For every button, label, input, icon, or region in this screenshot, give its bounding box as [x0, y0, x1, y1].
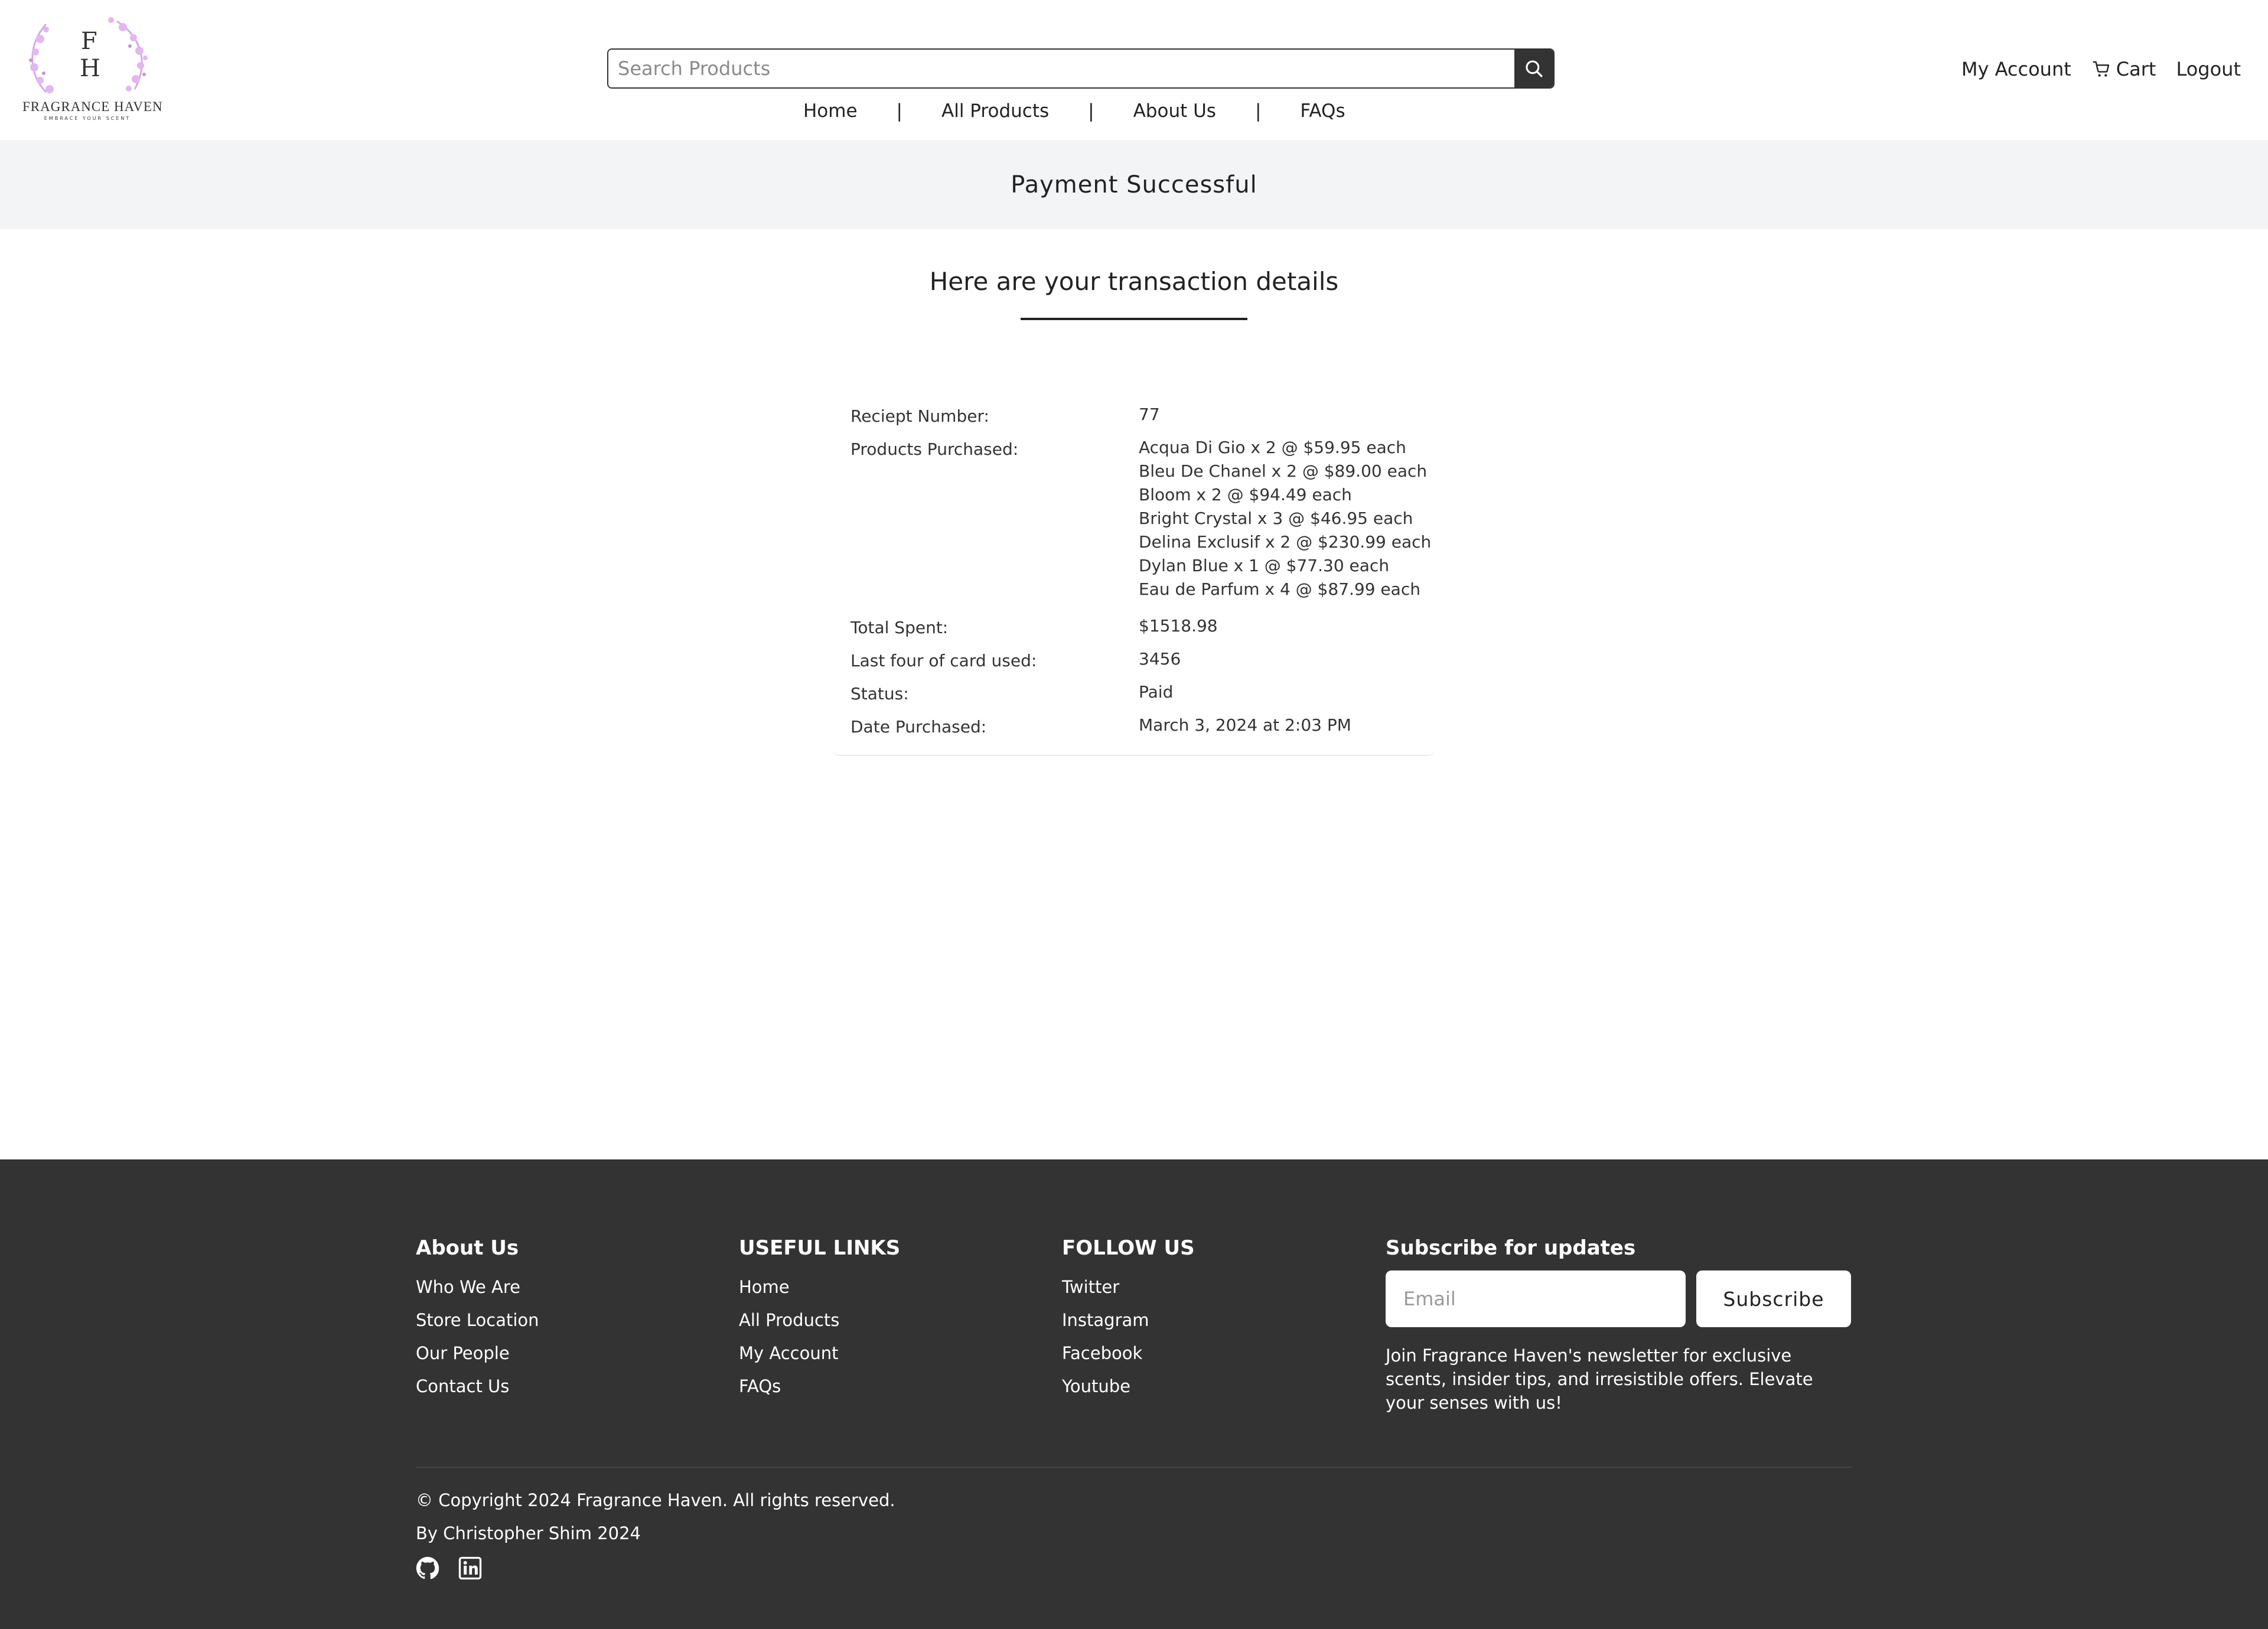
- search-input[interactable]: [608, 50, 1514, 87]
- site-footer: About Us Who We Are Store Location Our P…: [0, 1159, 2268, 1629]
- copyright-text: © Copyright 2024 Fragrance Haven. All ri…: [416, 1490, 895, 1510]
- subscribe-button[interactable]: Subscribe: [1696, 1270, 1851, 1327]
- cart-link[interactable]: Cart: [2091, 58, 2156, 80]
- account-links: My Account Cart Logout: [1961, 58, 2241, 80]
- subscribe-form: Subscribe: [1386, 1270, 1852, 1327]
- nav-separator: |: [896, 100, 902, 122]
- card-value: 3456: [1139, 649, 1181, 669]
- my-account-link[interactable]: My Account: [1961, 58, 2071, 80]
- footer-link-store-location[interactable]: Store Location: [416, 1304, 539, 1337]
- linkedin-icon[interactable]: [458, 1556, 482, 1580]
- receipt-value: 77: [1139, 405, 1160, 424]
- author-byline: By Christopher Shim 2024: [416, 1523, 641, 1543]
- card-label: Last four of card used:: [850, 651, 1037, 670]
- footer-link-contact-us[interactable]: Contact Us: [416, 1370, 539, 1403]
- footer-link-who-we-are[interactable]: Who We Are: [416, 1270, 539, 1304]
- nav-separator: |: [1088, 100, 1094, 122]
- footer-link-faqs[interactable]: FAQs: [739, 1370, 900, 1403]
- transaction-details-card: Reciept Number: 77 Products Purchased: A…: [833, 390, 1435, 756]
- logo-tagline: EMBRACE YOUR SCENT: [44, 116, 131, 121]
- footer-follow-column: FOLLOW US Twitter Instagram Facebook You…: [1062, 1236, 1195, 1403]
- receipt-label: Reciept Number:: [850, 406, 989, 426]
- search-icon: [1526, 60, 1543, 77]
- logo-letter-h: H: [80, 55, 100, 82]
- heading-underline: [1021, 318, 1247, 320]
- footer-about-heading: About Us: [416, 1236, 519, 1260]
- product-line: Bright Crystal x 3 @ $46.95 each: [1139, 509, 1413, 528]
- footer-link-instagram[interactable]: Instagram: [1062, 1304, 1195, 1337]
- nav-separator: |: [1254, 100, 1262, 122]
- nav-home[interactable]: Home: [803, 100, 858, 122]
- footer-follow-heading: FOLLOW US: [1062, 1236, 1195, 1260]
- nav-faqs[interactable]: FAQs: [1300, 100, 1345, 122]
- footer-link-our-people[interactable]: Our People: [416, 1337, 539, 1370]
- social-links: [416, 1556, 501, 1580]
- nav-all-products[interactable]: All Products: [941, 100, 1049, 122]
- logo-letter-f: F: [81, 28, 97, 55]
- products-label: Products Purchased:: [850, 439, 1019, 459]
- cart-icon: [2093, 61, 2109, 77]
- product-line: Dylan Blue x 1 @ $77.30 each: [1139, 556, 1390, 575]
- footer-about-column: About Us Who We Are Store Location Our P…: [416, 1236, 539, 1403]
- product-line: Acqua Di Gio x 2 @ $59.95 each: [1139, 438, 1406, 457]
- footer-useful-heading: USEFUL LINKS: [739, 1236, 901, 1260]
- footer-subscribe-column: Subscribe for updates Subscribe Join Fra…: [1386, 1236, 1852, 1415]
- footer-link-all-products[interactable]: All Products: [739, 1304, 900, 1337]
- search-button[interactable]: [1514, 50, 1553, 87]
- footer-divider: [416, 1467, 1852, 1468]
- product-line: Delina Exclusif x 2 @ $230.99 each: [1139, 532, 1432, 552]
- brand-logo[interactable]: F H FRAGRANCE HAVEN EMBRACE YOUR SCENT: [22, 15, 163, 125]
- cart-label: Cart: [2116, 58, 2156, 80]
- footer-link-facebook[interactable]: Facebook: [1062, 1337, 1195, 1370]
- email-field[interactable]: [1386, 1270, 1686, 1327]
- status-value: Paid: [1139, 682, 1174, 702]
- footer-useful-column: USEFUL LINKS Home All Products My Accoun…: [739, 1236, 900, 1403]
- main-nav: Home | All Products | About Us | FAQs: [803, 98, 1345, 124]
- search-bar: [607, 48, 1555, 89]
- github-icon[interactable]: [416, 1556, 439, 1580]
- total-label: Total Spent:: [850, 618, 949, 637]
- products-list: Acqua Di Gio x 2 @ $59.95 each Bleu De C…: [1139, 436, 1431, 601]
- page-banner: Payment Successful: [0, 140, 2268, 229]
- status-label: Status:: [850, 684, 909, 703]
- product-line: Bleu De Chanel x 2 @ $89.00 each: [1139, 461, 1428, 481]
- logo-brand-name: FRAGRANCE HAVEN: [22, 99, 163, 114]
- footer-link-youtube[interactable]: Youtube: [1062, 1370, 1195, 1403]
- total-value: $1518.98: [1139, 616, 1218, 636]
- product-line: Bloom x 2 @ $94.49 each: [1139, 485, 1352, 504]
- nav-about-us[interactable]: About Us: [1133, 100, 1216, 122]
- footer-link-twitter[interactable]: Twitter: [1062, 1270, 1195, 1304]
- date-value: March 3, 2024 at 2:03 PM: [1139, 715, 1351, 735]
- page-title: Payment Successful: [1011, 171, 1257, 198]
- date-label: Date Purchased:: [850, 717, 987, 737]
- product-line: Eau de Parfum x 4 @ $87.99 each: [1139, 579, 1420, 599]
- subscribe-heading: Subscribe for updates: [1386, 1236, 1636, 1260]
- logout-link[interactable]: Logout: [2176, 58, 2241, 80]
- footer-link-home[interactable]: Home: [739, 1270, 900, 1304]
- transaction-heading: Here are your transaction details: [929, 267, 1339, 296]
- footer-link-my-account[interactable]: My Account: [739, 1337, 900, 1370]
- newsletter-text: Join Fragrance Haven's newsletter for ex…: [1386, 1345, 1813, 1413]
- site-header: F H FRAGRANCE HAVEN EMBRACE YOUR SCENT H…: [0, 0, 2268, 140]
